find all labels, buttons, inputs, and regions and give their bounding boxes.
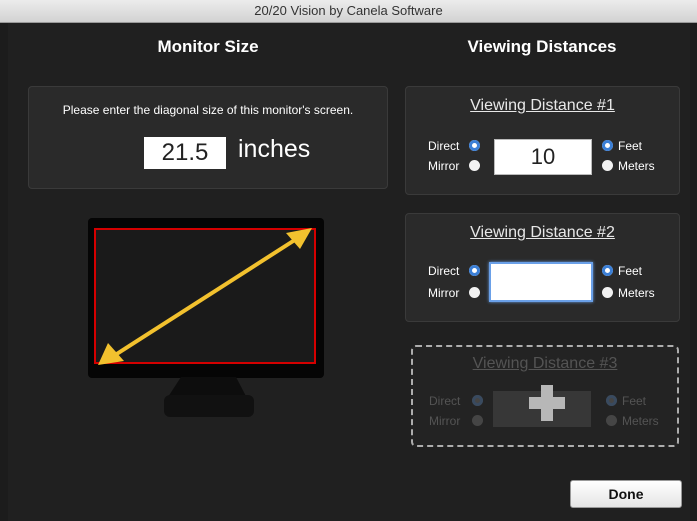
feet-label: Feet — [618, 264, 643, 278]
meters-radio[interactable] — [602, 160, 613, 171]
monitor-size-heading: Monitor Size — [157, 37, 259, 56]
feet-radio[interactable] — [602, 140, 613, 151]
monitor-size-panel: Please enter the diagonal size of this m… — [28, 86, 388, 189]
viewing-distance-3-title: Viewing Distance #3 — [472, 355, 618, 372]
main-content: Monitor Size Please enter the diagonal s… — [8, 23, 690, 521]
meters-radio — [606, 415, 617, 426]
direct-radio — [472, 395, 483, 406]
monitor-stand — [164, 395, 254, 417]
direct-label: Direct — [429, 394, 461, 408]
mirror-label: Mirror — [428, 286, 460, 300]
direct-label: Direct — [428, 264, 460, 278]
feet-label: Feet — [622, 394, 647, 408]
viewing-distances-heading: Viewing Distances — [467, 37, 617, 56]
mirror-label: Mirror — [428, 159, 460, 173]
done-button[interactable]: Done — [570, 480, 682, 508]
distance-input-1[interactable]: 10 — [494, 139, 592, 175]
feet-radio — [606, 395, 617, 406]
viewing-distance-panel-1: Viewing Distance #1 Direct Mirror 10 Fee… — [405, 86, 680, 195]
viewing-distance-1-title: Viewing Distance #1 — [470, 97, 615, 114]
mirror-label: Mirror — [429, 414, 461, 428]
meters-label: Meters — [622, 414, 659, 428]
mirror-radio[interactable] — [469, 287, 480, 298]
feet-radio[interactable] — [602, 265, 613, 276]
viewing-distance-panel-3-add[interactable]: Viewing Distance #3 Direct Mirror Feet M… — [411, 345, 679, 447]
monitor-size-unit: inches — [238, 135, 311, 163]
monitor-illustration — [88, 218, 324, 417]
mirror-radio — [472, 415, 483, 426]
viewing-distance-panel-2: Viewing Distance #2 Direct Mirror Feet M… — [405, 213, 680, 322]
meters-label: Meters — [618, 159, 655, 173]
window-titlebar: 20/20 Vision by Canela Software — [0, 0, 697, 23]
mirror-radio[interactable] — [469, 160, 480, 171]
distance-input-2[interactable] — [489, 262, 593, 302]
direct-radio[interactable] — [469, 140, 480, 151]
plus-icon[interactable] — [529, 385, 565, 421]
meters-label: Meters — [618, 286, 655, 300]
feet-label: Feet — [618, 139, 643, 153]
window-title: 20/20 Vision by Canela Software — [254, 3, 443, 18]
monitor-size-input[interactable]: 21.5 — [144, 137, 226, 169]
viewing-distance-2-title: Viewing Distance #2 — [470, 224, 615, 241]
direct-label: Direct — [428, 139, 460, 153]
monitor-size-instruction: Please enter the diagonal size of this m… — [62, 103, 354, 117]
meters-radio[interactable] — [602, 287, 613, 298]
direct-radio[interactable] — [469, 265, 480, 276]
